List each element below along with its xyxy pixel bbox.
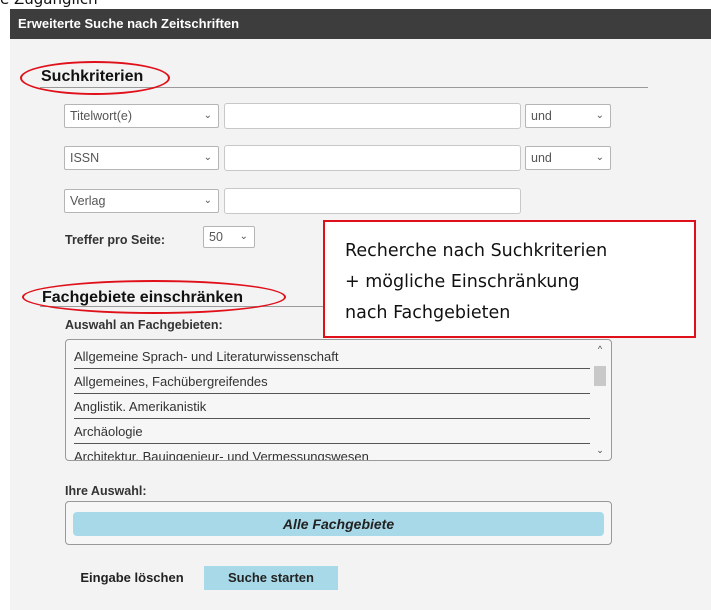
search-term-input-1[interactable] <box>224 103 521 129</box>
list-item[interactable]: Architektur, Bauingenieur- und Vermessun… <box>74 444 590 460</box>
chevron-down-icon: ⌄ <box>203 152 212 163</box>
chevron-down-icon: ⌄ <box>239 231 248 242</box>
callout-line: nach Fachgebieten <box>345 303 511 323</box>
hits-per-page-label: Treffer pro Seite: <box>65 233 166 247</box>
operator-select-2[interactable]: und ⌄ <box>525 146 611 170</box>
chevron-down-icon: ⌄ <box>203 195 212 206</box>
chevron-down-icon[interactable]: ⌄ <box>593 445 607 456</box>
clear-input-button[interactable]: Eingabe löschen <box>64 566 200 590</box>
scrollbar-thumb[interactable] <box>594 366 606 386</box>
subject-list-label: Auswahl an Fachgebieten: <box>65 318 223 332</box>
section-title-subject-filter: Fachgebiete einschränken <box>42 289 243 306</box>
annotation-callout: Recherche nach Suchkriterien + mögliche … <box>323 220 696 338</box>
chevron-down-icon: ⌄ <box>595 152 604 163</box>
start-search-button[interactable]: Suche starten <box>204 566 338 590</box>
scrollbar[interactable]: ^ ⌄ <box>593 344 607 456</box>
all-subjects-selection[interactable]: Alle Fachgebiete <box>73 512 604 536</box>
hits-per-page-select[interactable]: 50 ⌄ <box>203 226 255 248</box>
selection-box: Alle Fachgebiete <box>65 501 612 545</box>
list-item[interactable]: Anglistik. Amerikanistik <box>74 394 590 419</box>
field-select-2[interactable]: ISSN ⌄ <box>64 146 219 170</box>
callout-line: + mögliche Einschränkung <box>345 272 580 292</box>
operator-select-1[interactable]: und ⌄ <box>525 104 611 128</box>
list-item[interactable]: Allgemeines, Fachübergreifendes <box>74 369 590 394</box>
field-select-3[interactable]: Verlag ⌄ <box>64 189 219 213</box>
list-item[interactable]: Archäologie <box>74 419 590 444</box>
callout-line: Recherche nach Suchkriterien <box>345 241 608 261</box>
list-item[interactable]: Allgemeine Sprach- und Literaturwissensc… <box>74 344 590 369</box>
section-title-search-criteria: Suchkriterien <box>41 68 144 85</box>
search-term-input-3[interactable] <box>224 188 521 214</box>
section-divider <box>40 87 648 88</box>
field-select-1[interactable]: Titelwort(e) ⌄ <box>64 104 219 128</box>
chevron-down-icon: ⌄ <box>595 110 604 121</box>
chevron-down-icon: ⌄ <box>203 110 212 121</box>
search-term-input-2[interactable] <box>224 145 521 171</box>
selection-label: Ihre Auswahl: <box>65 484 147 498</box>
page-header: Erweiterte Suche nach Zeitschriften <box>10 9 711 39</box>
subject-listbox[interactable]: Allgemeine Sprach- und Literaturwissensc… <box>65 339 612 461</box>
chevron-up-icon[interactable]: ^ <box>593 344 607 354</box>
